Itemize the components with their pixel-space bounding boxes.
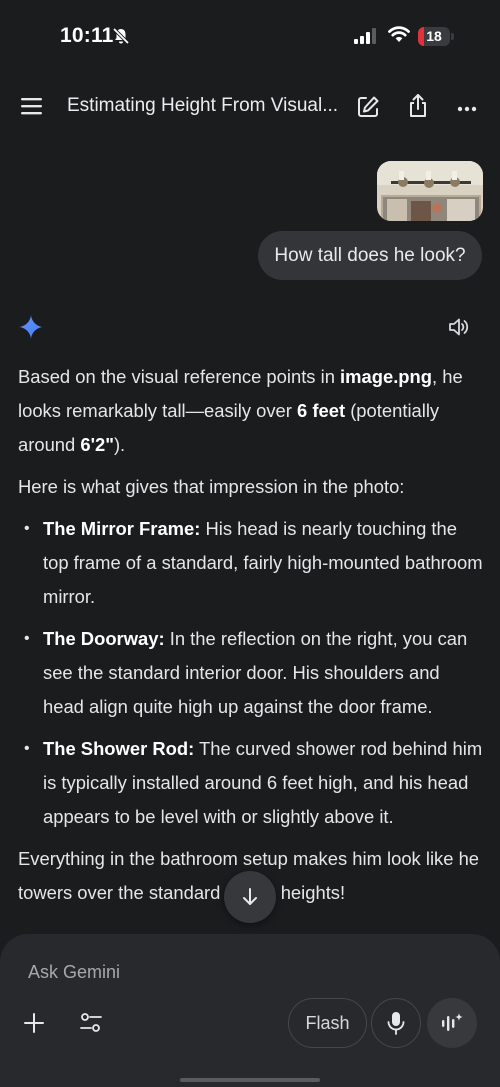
- home-indicator: [180, 1078, 320, 1082]
- intro-height-detail: 6'2": [80, 434, 114, 455]
- prompt-panel: Flash: [0, 934, 500, 1087]
- bullet-title: The Doorway:: [43, 628, 165, 649]
- live-mode-button[interactable]: [427, 998, 477, 1048]
- microphone-icon: [387, 1012, 405, 1035]
- intro-text-4: ).: [113, 434, 126, 455]
- intro-height-estimate: 6 feet: [297, 400, 346, 421]
- conversation-title[interactable]: Estimating Height From Visual...: [67, 95, 337, 117]
- user-message-bubble: How tall does he look?: [258, 231, 482, 280]
- intro-text-1: Based on the visual reference points in: [18, 366, 341, 387]
- tools-sliders-icon: [80, 1013, 102, 1032]
- microphone-button[interactable]: [371, 998, 421, 1048]
- battery-indicator: 18: [418, 27, 454, 46]
- share-button[interactable]: [405, 92, 431, 125]
- attached-image-thumbnail[interactable]: [377, 161, 483, 221]
- share-icon: [410, 94, 426, 117]
- status-time: 10:11: [60, 24, 114, 47]
- menu-button[interactable]: [18, 94, 46, 118]
- more-dots-icon: [457, 106, 477, 112]
- assistant-response: Based on the visual reference points in …: [18, 360, 484, 918]
- response-intro: Based on the visual reference points in …: [18, 360, 484, 462]
- new-chat-button[interactable]: [355, 94, 381, 125]
- cellular-signal-icon: [354, 28, 378, 49]
- battery-level: 18: [426, 28, 442, 44]
- prompt-input[interactable]: [28, 960, 468, 984]
- gemini-sparkle-icon: [18, 314, 44, 345]
- response-bullet-list: The Mirror Frame: His head is nearly tou…: [24, 512, 484, 834]
- arrow-down-icon: [243, 888, 257, 905]
- response-lead-in: Here is what gives that impression in th…: [18, 476, 405, 497]
- edit-icon: [358, 96, 379, 117]
- list-item: The Mirror Frame: His head is nearly tou…: [24, 512, 484, 614]
- read-aloud-button[interactable]: [447, 315, 471, 344]
- speaker-icon: [449, 318, 469, 336]
- list-item: The Shower Rod: The curved shower rod be…: [24, 732, 484, 834]
- bell-muted-icon: [112, 27, 130, 50]
- model-selector-button[interactable]: Flash: [288, 998, 367, 1048]
- wifi-icon: [387, 24, 411, 49]
- more-options-button[interactable]: [457, 100, 477, 118]
- add-attachment-button[interactable]: [22, 1011, 46, 1040]
- bullet-title: The Shower Rod:: [43, 738, 195, 759]
- hamburger-menu-icon: [21, 98, 42, 115]
- live-waveform-sparkle-icon: [442, 1013, 463, 1031]
- intro-filename: image.png: [340, 366, 433, 387]
- status-bar: 10:11 18: [0, 0, 500, 72]
- list-item: The Doorway: In the reflection on the ri…: [24, 622, 484, 724]
- scroll-to-bottom-button[interactable]: [224, 871, 276, 923]
- bullet-title: The Mirror Frame:: [43, 518, 201, 539]
- app-header: Estimating Height From Visual...: [0, 82, 500, 132]
- tools-button[interactable]: [78, 1011, 104, 1040]
- plus-icon: [24, 1013, 44, 1033]
